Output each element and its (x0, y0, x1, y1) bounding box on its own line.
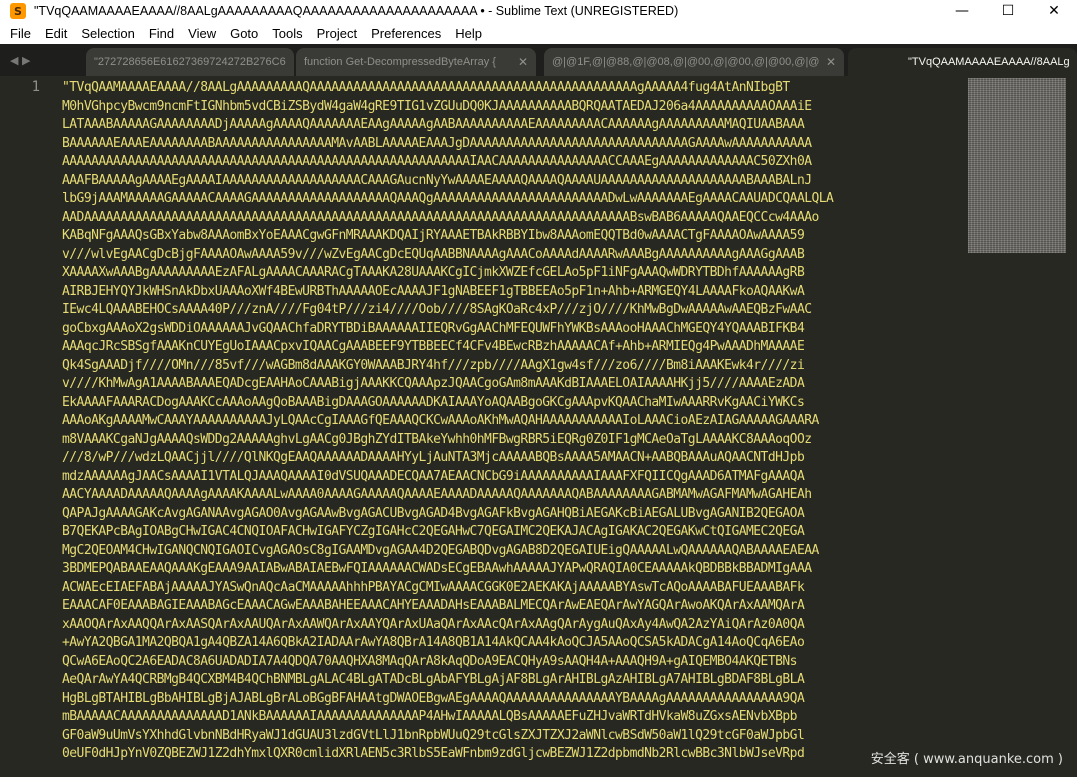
minimize-button[interactable]: — (939, 0, 985, 22)
code-line: lbG9jAAAMAAAAAGAAAAACAAAAGAAAAAAAAAAAAAA… (62, 191, 834, 206)
code-line: ///8/wP///wdzLQAACjjl////QlNKQgEAAQAAAAA… (62, 450, 805, 465)
code-line: goCbxgAAAoX2gsWDDiOAAAAAAJvGQAAChfaDRYTB… (62, 320, 805, 336)
close-button[interactable]: ✕ (1031, 0, 1077, 22)
code-line: 3BDMEPQABAAEAAQAAAKgEAAA9AAIABwABAIAEBwF… (62, 561, 812, 576)
tab-label: "272728656E61627369724272B276C69 (94, 56, 286, 68)
tab-byte-list[interactable]: @|@1F,@|@88,@|@08,@|@00,@|@00,@|@00,@|@C… (544, 48, 844, 76)
tab-powershell-function[interactable]: function Get-DecompressedByteArray { ✕ (296, 48, 536, 76)
window-title: "TVqQAAMAAAAEAAAA//8AALgAAAAAAAAAQAAAAAA… (34, 4, 679, 18)
code-line: BAAAAAAEAAAEAAAAAAAABAAAAAAAAAAAAAAAAMAv… (62, 135, 812, 151)
code-line: xAAOQArAxAAQQArAxAASQArAxAAUQArAxAAWQArA… (62, 616, 805, 632)
tab-scroll-right-icon[interactable]: ▶ (22, 54, 30, 67)
code-line: AACYAAAADAAAAAQAAAAgAAAAKAAAALwAAAA0AAAA… (62, 487, 812, 502)
code-line: M0hVGhpcyBwcm9ncmFtIGNhbm5vdCBiZSBydW4ga… (62, 98, 812, 114)
code-line: LATAAABAAAAAGAAAAAAAADjAAAAAgAAAAQAAAAAA… (62, 117, 805, 132)
code-line: AAAqcJRcSBSgfAAAKnCUYEgUoIAAACpxvIQAACgA… (62, 339, 805, 354)
menu-file[interactable]: File (0, 26, 38, 41)
line-number: 1 (31, 79, 40, 95)
code-line: AAAFBAAAAAgAAAAEgAAAAIAAAAAAAAAAAAAAAAAA… (62, 172, 812, 188)
code-line: v////KhMwAgA1AAAABAAAEQADcgEAAHAoCAAABig… (62, 376, 805, 391)
code-line: GF0aW9uUmVsYXhhdGlvbnNBdHRyaWJ1dGUAU3lzd… (62, 727, 805, 743)
code-line: Qk4SgAAADjf////OMn///85vf///wAGBm8dAAAKG… (62, 357, 805, 373)
code-line: MgC2QEOAM4CHwIGANQCNQIGAOICvgAGAOsC8gIGA… (62, 542, 819, 558)
code-line: AAAoAKgAAAAMwCAAAYAAAAAAAAAAJyLQAAcCgIAA… (62, 413, 819, 428)
code-line: XAAAAXwAAABgAAAAAAAAAEzAFALgAAAACAAARACg… (62, 265, 805, 280)
maximize-button[interactable]: ☐ (985, 0, 1031, 22)
close-icon[interactable]: ✕ (518, 55, 528, 69)
menu-selection[interactable]: Selection (74, 26, 141, 41)
watermark-text: 安全客 ( www.anquanke.com ) (870, 752, 1063, 767)
editor-text-area[interactable]: "TVqQAAMAAAAEAAAA//8AALgAAAAAAAAAQAAAAAA… (62, 79, 963, 777)
code-line: ACWAEcEIAEFABAjAAAAAJYASwQnAQcAaCMAAAAAh… (62, 579, 805, 595)
code-line: +AwYA2QBGA1MA2QBQA1gA4QBZA14A6QBkA2IADAA… (62, 635, 805, 650)
code-line: HgBLgBTAHIBLgBbAHIBLgBjAJABLgBrALoBGgBFA… (62, 690, 805, 706)
code-line: m8VAAAKCgaNJgAAAAQsWDDg2AAAAAghvLgAACg0J… (62, 431, 812, 447)
code-line: IEwc4LQAAABEHOCsAAAA40P///znA////Fg04tP/… (62, 302, 812, 317)
tab-bar: ◀ ▶ "272728656E61627369724272B276C69 fun… (0, 44, 1077, 76)
menu-find[interactable]: Find (142, 26, 181, 41)
close-icon[interactable]: ✕ (826, 55, 836, 69)
menu-help[interactable]: Help (448, 26, 489, 41)
sublime-logo-icon: S (10, 3, 26, 19)
tab-label: function Get-DecompressedByteArray { (304, 56, 496, 68)
code-line: "TVqQAAMAAAAEAAAA//8AALgAAAAAAAAAQAAAAAA… (62, 80, 790, 95)
menu-view[interactable]: View (181, 26, 223, 41)
code-line: AAAAAAAAAAAAAAAAAAAAAAAAAAAAAAAAAAAAAAAA… (62, 154, 812, 169)
menu-project[interactable]: Project (310, 26, 364, 41)
code-line: mdzAAAAAAgJAACsAAAAI1VTALQJAAAQAAAAI0dVS… (62, 468, 805, 484)
code-line: KABqNFgAAAQsGBxYabw8AAAomBxYoEAAACgwGFnM… (62, 228, 805, 243)
code-line: AIRBJEHYQYJkWHSnAkDbxUAAAoXWf4BEwURBThAA… (62, 283, 805, 299)
code-line: 0eUF0dHJpYnV0ZQBEZWJ1Z2dhYmxlQXR0cmlidXR… (62, 746, 805, 761)
menu-edit[interactable]: Edit (38, 26, 74, 41)
tab-hex-string[interactable]: "272728656E61627369724272B276C69 (86, 48, 294, 76)
tab-base64-active[interactable]: "TVqQAAMAAAAEAAAA//8AALgAAAAAAAAA (848, 48, 1077, 76)
tab-label: @|@1F,@|@88,@|@08,@|@00,@|@00,@|@00,@|@C (552, 56, 820, 68)
menu-bar: File Edit Selection Find View Goto Tools… (0, 22, 1077, 44)
menu-tools[interactable]: Tools (265, 26, 309, 41)
code-line: QCwA6EAoQC2A6EADAC8A6UADADIA7A4QDQA70AAQ… (62, 653, 798, 669)
tab-label: "TVqQAAMAAAAEAAAA//8AALgAAAAAAAAA (908, 56, 1069, 68)
code-line: EAAACAF0EAAABAGIEAAABAGcEAAACAGwEAAABAHE… (62, 598, 805, 613)
minimap[interactable] (968, 78, 1066, 253)
menu-goto[interactable]: Goto (223, 26, 265, 41)
code-line: AADAAAAAAAAAAAAAAAAAAAAAAAAAAAAAAAAAAAAA… (62, 209, 819, 225)
line-number-gutter: 1 (0, 76, 58, 777)
code-line: v///wlvEgAACgDcBjgFAAAAOAwAAAA59v///wZvE… (62, 246, 805, 262)
tab-scroll-left-icon[interactable]: ◀ (10, 54, 18, 67)
code-line: B7QEKAPcBAgIOABgCHwIGAC4CNQIOAFACHwIGAFY… (62, 524, 805, 539)
menu-preferences[interactable]: Preferences (364, 26, 448, 41)
code-line: EkAAAAFAAARACDogAAAKCcAAAoAAgQoBAAABigDA… (62, 394, 805, 410)
code-line: mBAAAAACAAAAAAAAAAAAAAD1ANkBAAAAAAIAAAAA… (62, 709, 798, 724)
title-bar: S "TVqQAAMAAAAEAAAA//8AALgAAAAAAAAAQAAAA… (0, 0, 1077, 22)
code-line: QAPAJgAAAAGAKcAvgAGANAAvgAGAO0AvgAGAAwBv… (62, 505, 805, 521)
code-line: AeQArAwYA4QCRBMgB4QCXBM4B4QChBNMBLgALAC4… (62, 672, 805, 687)
